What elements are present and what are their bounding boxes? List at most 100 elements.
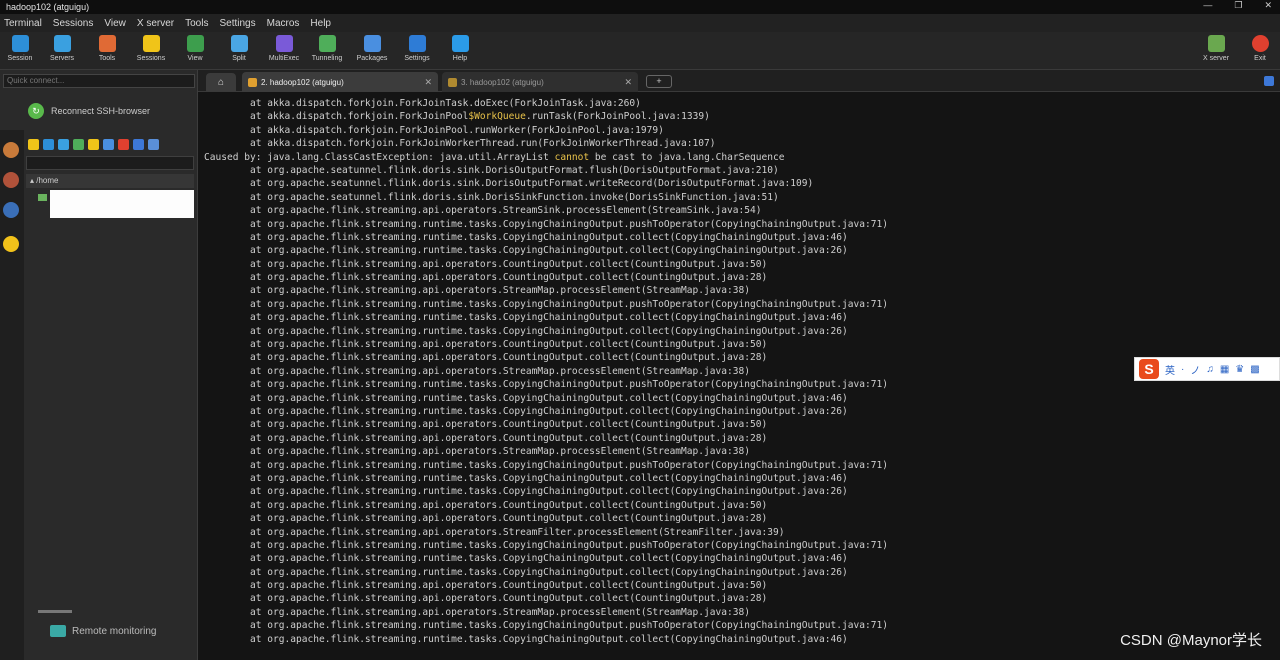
- terminal-line: at org.apache.flink.streaming.runtime.ta…: [204, 379, 888, 391]
- tools-tab-icon[interactable]: [3, 172, 19, 188]
- terminal-line: at org.apache.flink.streaming.api.operat…: [204, 205, 762, 217]
- sogou-logo-icon[interactable]: S: [1139, 359, 1159, 379]
- multiexec-button[interactable]: MultiExec: [264, 34, 304, 68]
- refresh-icon[interactable]: [73, 138, 84, 150]
- file-icon[interactable]: [133, 138, 144, 150]
- menu-item-settings[interactable]: Settings: [219, 18, 255, 29]
- tunneling-button[interactable]: Tunneling: [307, 34, 347, 68]
- restore-icon[interactable]: ❐: [1234, 0, 1242, 11]
- session-button[interactable]: Session: [0, 34, 40, 68]
- pin-icon[interactable]: [1264, 76, 1274, 86]
- x-server-button[interactable]: X server: [1196, 34, 1236, 68]
- menu-item-terminal[interactable]: Terminal: [4, 18, 42, 29]
- ime-toolbar: S 英 · ノ ♫ ▦ ♛ ▩: [1134, 357, 1280, 381]
- ime-item-icon[interactable]: ▦: [1220, 364, 1229, 375]
- terminal-line: at org.apache.flink.streaming.api.operat…: [204, 513, 768, 525]
- ime-item-icon[interactable]: ·: [1181, 364, 1184, 375]
- terminal-line: at org.apache.flink.streaming.runtime.ta…: [204, 325, 848, 337]
- sessions-button[interactable]: Sessions: [131, 34, 171, 68]
- session-icon: [11, 35, 29, 52]
- split-button[interactable]: Split: [219, 34, 259, 68]
- tools-icon: [98, 35, 116, 52]
- new-folder-icon[interactable]: [88, 138, 99, 150]
- terminal-line: at org.apache.flink.streaming.runtime.ta…: [204, 405, 848, 417]
- upload-icon[interactable]: [58, 138, 69, 150]
- view-icon: [186, 35, 204, 52]
- terminal-line: at org.apache.flink.streaming.runtime.ta…: [204, 459, 888, 471]
- settings-icon: [408, 35, 426, 52]
- terminal-icon: [448, 77, 457, 87]
- tab-session-2[interactable]: 2. hadoop102 (atguigu) ✕: [242, 72, 438, 92]
- menu-item-sessions[interactable]: Sessions: [53, 18, 94, 29]
- minimize-icon[interactable]: —: [1203, 0, 1212, 11]
- delete-icon[interactable]: [118, 138, 129, 150]
- tree-root-label: /home: [36, 176, 59, 185]
- left-sidebar: Quick connect... ↻ Reconnect SSH-browser…: [0, 70, 198, 660]
- sidebar-divider[interactable]: [38, 610, 72, 613]
- settings-small-icon[interactable]: [148, 138, 159, 150]
- terminal-line: at org.apache.flink.streaming.runtime.ta…: [204, 633, 848, 645]
- terminal-line: at org.apache.flink.streaming.api.operat…: [204, 593, 768, 605]
- download-icon[interactable]: [43, 138, 54, 150]
- star-icon: [142, 35, 160, 52]
- sessions-tab-icon[interactable]: [3, 142, 19, 158]
- terminal-output[interactable]: at akka.dispatch.forkjoin.ForkJoinTask.d…: [198, 92, 1280, 660]
- menu-item-tools[interactable]: Tools: [185, 18, 208, 29]
- toolbar-label: Tools: [98, 55, 116, 62]
- home-tab[interactable]: ⌂: [206, 73, 236, 91]
- split-icon: [230, 35, 248, 52]
- toolbar-label: Tunneling: [311, 55, 343, 62]
- window-controls: — ❐ ✕: [1203, 0, 1272, 11]
- menu-item-view[interactable]: View: [104, 18, 126, 29]
- terminal-line: at org.apache.flink.streaming.runtime.ta…: [204, 486, 848, 498]
- new-tab-button[interactable]: +: [646, 75, 672, 88]
- terminal-line: at org.apache.flink.streaming.api.operat…: [204, 339, 768, 351]
- reconnect-label: Reconnect SSH-browser: [51, 106, 151, 116]
- menu-item-help[interactable]: Help: [310, 18, 331, 29]
- ime-item-icon[interactable]: ノ: [1190, 362, 1200, 377]
- ime-item-icon[interactable]: ♫: [1206, 364, 1214, 375]
- terminal-line: at org.apache.flink.streaming.api.operat…: [204, 272, 768, 284]
- reconnect-ssh-browser-button[interactable]: ↻ Reconnect SSH-browser: [4, 98, 194, 124]
- path-input[interactable]: [26, 156, 194, 170]
- quick-connect-input[interactable]: Quick connect...: [3, 74, 195, 88]
- menu-bar: Terminal Sessions View X server Tools Setting…: [0, 14, 1280, 32]
- exit-button[interactable]: Exit: [1240, 34, 1280, 68]
- tab-session-3[interactable]: 3. hadoop102 (atguigu) ✕: [442, 72, 638, 92]
- file-list-item[interactable]: [50, 190, 194, 218]
- sftp-tab-icon[interactable]: [3, 236, 19, 252]
- folder-icon: [38, 194, 47, 201]
- terminal-line: at org.apache.seatunnel.flink.doris.sink…: [204, 178, 814, 190]
- title-bar: hadoop102 (atguigu) — ❐ ✕: [0, 0, 1280, 14]
- macros-tab-icon[interactable]: [3, 202, 19, 218]
- close-tab-icon[interactable]: ✕: [424, 77, 432, 88]
- close-tab-icon[interactable]: ✕: [624, 77, 632, 88]
- terminal-line: at org.apache.flink.streaming.api.operat…: [204, 352, 768, 364]
- terminal-line: at org.apache.flink.streaming.runtime.ta…: [204, 472, 848, 484]
- file-tree-root[interactable]: ▴ /home: [26, 174, 194, 188]
- terminal-line: at org.apache.flink.streaming.api.operat…: [204, 432, 768, 444]
- ime-item-icon[interactable]: 英: [1165, 362, 1175, 377]
- tools-button[interactable]: Tools: [87, 34, 127, 68]
- menu-item-macros[interactable]: Macros: [267, 18, 300, 29]
- new-file-icon[interactable]: [103, 138, 114, 150]
- close-icon[interactable]: ✕: [1264, 0, 1272, 11]
- x-server-icon: [1207, 35, 1225, 52]
- remote-monitoring-button[interactable]: Remote monitoring: [50, 625, 156, 637]
- help-button[interactable]: Help: [440, 34, 480, 68]
- ime-item-icon[interactable]: ▩: [1250, 364, 1259, 375]
- monitor-icon: [50, 625, 66, 637]
- packages-button[interactable]: Packages: [352, 34, 392, 68]
- remote-monitoring-label: Remote monitoring: [72, 625, 157, 637]
- menu-item-x-server[interactable]: X server: [137, 18, 174, 29]
- toolbar-label: Exit: [1254, 55, 1266, 62]
- settings-button[interactable]: Settings: [397, 34, 437, 68]
- view-button[interactable]: View: [175, 34, 215, 68]
- sftp-toolbar: [26, 134, 194, 154]
- ime-item-icon[interactable]: ♛: [1235, 364, 1244, 375]
- servers-button[interactable]: Servers: [42, 34, 82, 68]
- terminal-line: at org.apache.flink.streaming.runtime.ta…: [204, 566, 848, 578]
- folder-icon[interactable]: [28, 138, 39, 150]
- terminal-line: at org.apache.flink.streaming.api.operat…: [204, 446, 751, 458]
- tab-label: 2. hadoop102 (atguigu): [261, 77, 344, 87]
